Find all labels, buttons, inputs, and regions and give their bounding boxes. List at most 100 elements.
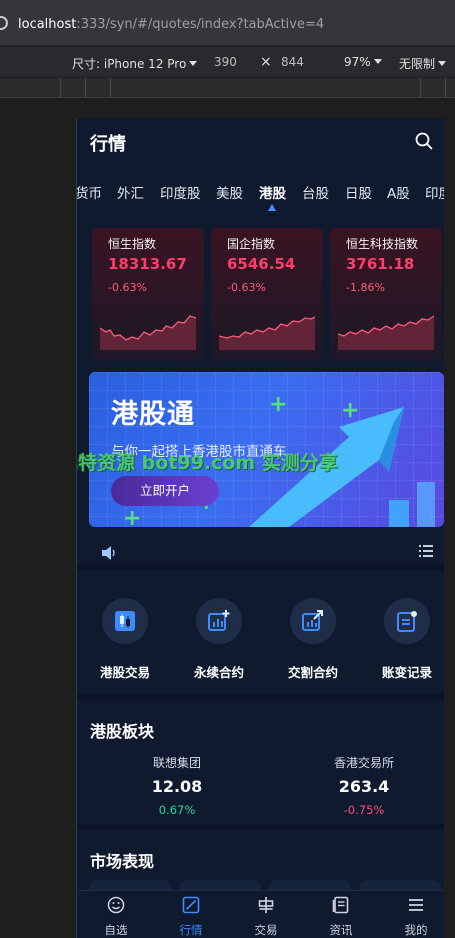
- market-tabs: 货币 外汇 印度股 美股 港股 台股 日股 A股 印度期: [77, 174, 444, 214]
- stock-price: 12.08: [151, 777, 203, 796]
- tab-profile[interactable]: 我的: [379, 895, 444, 938]
- tab-us-stock[interactable]: 美股: [216, 182, 243, 202]
- tab-forex[interactable]: 外汇: [117, 182, 144, 202]
- index-price: 6546.54: [227, 255, 296, 273]
- tab-label: 交易: [254, 923, 278, 937]
- device-select[interactable]: 尺寸: iPhone 12 Pro: [72, 55, 198, 72]
- tab-hk-stock[interactable]: 港股: [259, 182, 286, 202]
- tab-favorites[interactable]: 自选: [79, 895, 153, 938]
- index-card[interactable]: 恒生指数 18313.67 -0.63%: [92, 228, 204, 361]
- index-name: 国企指数: [227, 237, 276, 251]
- watermark-text: 比特资源 bot99.com 实测分享: [76, 452, 338, 474]
- section-title: 港股板块: [90, 722, 155, 741]
- device-width-input[interactable]: 390: [214, 55, 237, 69]
- tab-label: 行情: [179, 923, 203, 937]
- search-icon[interactable]: [415, 132, 433, 150]
- action-label: 账变记录: [381, 665, 432, 680]
- chart-arrow-icon: [302, 610, 323, 631]
- tab-quotes[interactable]: 行情: [154, 895, 228, 938]
- sparkle-decoration: +: [341, 398, 360, 423]
- chevron-down-icon: [189, 61, 198, 66]
- action-delivery[interactable]: 交割合约: [268, 598, 358, 681]
- stock-name: 香港交易所: [333, 756, 394, 770]
- action-icon-circle: [290, 598, 336, 644]
- index-change: -0.63%: [108, 281, 147, 294]
- tab-label: 资讯: [329, 923, 353, 937]
- tab-a-share[interactable]: A股: [387, 182, 410, 202]
- ruler-tick: [110, 78, 111, 98]
- notice-bar[interactable]: [77, 534, 444, 570]
- index-price: 3761.18: [346, 255, 415, 273]
- tab-jp-stock[interactable]: 日股: [345, 182, 372, 202]
- chevron-down-icon: [373, 59, 382, 64]
- index-sparkline: [100, 315, 196, 350]
- stock-price: 263.4: [338, 777, 390, 796]
- tab-currency[interactable]: 货币: [77, 182, 102, 202]
- banner-title: 港股通: [111, 399, 195, 430]
- index-price: 18313.67: [108, 255, 187, 273]
- mobile-viewport: 行情 货币 外汇 印度股 美股 港股 台股 日股 A股 印度期 恒生指数 183…: [76, 118, 444, 938]
- reload-icon[interactable]: [0, 16, 8, 30]
- media-query-ruler: [0, 78, 455, 98]
- index-name: 恒生科技指数: [346, 237, 419, 251]
- page-header: 行情: [77, 118, 444, 164]
- action-label: 交割合约: [287, 665, 338, 680]
- index-name: 恒生指数: [108, 237, 157, 251]
- speaker-icon: [102, 546, 115, 560]
- index-card[interactable]: 恒生科技指数 3761.18 -1.86%: [330, 228, 442, 361]
- ruler-tick: [420, 78, 421, 98]
- device-height-input[interactable]: 844: [281, 55, 304, 69]
- action-ledger[interactable]: 账变记录: [362, 598, 444, 681]
- action-icon-circle: [384, 598, 430, 644]
- chevron-down-icon: [438, 61, 447, 66]
- smiley-icon: [107, 896, 125, 914]
- list-icon[interactable]: [419, 545, 433, 557]
- tab-label: 自选: [104, 923, 128, 937]
- open-account-button[interactable]: 立即开户: [111, 476, 219, 506]
- dimension-separator: ×: [260, 54, 272, 70]
- bottom-tab-bar: 自选 行情 交易 资讯 我的: [77, 890, 444, 938]
- tab-tw-stock[interactable]: 台股: [302, 182, 329, 202]
- stock-name: 联想集团: [152, 756, 201, 770]
- trend-icon: [182, 896, 200, 914]
- tab-label: 我的: [404, 923, 428, 937]
- sparkle-decoration: +: [269, 392, 288, 417]
- zoom-select[interactable]: 97%: [344, 55, 382, 69]
- index-sparkline: [219, 316, 315, 350]
- chart-plus-icon: [208, 610, 230, 631]
- throttle-select[interactable]: 无限制: [399, 55, 447, 72]
- news-icon: [332, 896, 349, 914]
- tab-india-stock[interactable]: 印度股: [160, 182, 201, 202]
- index-cards: 恒生指数 18313.67 -0.63% 国企指数 6546.54 -0.63%…: [77, 228, 444, 363]
- stock-item[interactable]: 香港交易所 263.4 -0.75%: [289, 754, 439, 817]
- menu-icon: [409, 899, 423, 911]
- hk-sector-section: 港股板块 联想集团 12.08 0.67% 香港交易所 263.4 -0.75%: [77, 706, 444, 830]
- device-toolbar: 尺寸: iPhone 12 Pro 390 × 844 97% 无限制: [0, 47, 455, 77]
- ruler-tick: [60, 78, 61, 98]
- exchange-icon: [258, 897, 274, 913]
- index-change: -1.86%: [346, 281, 385, 294]
- index-change: -0.63%: [227, 281, 266, 294]
- ruler-tick: [85, 78, 86, 98]
- address-field[interactable]: localhost:333/syn/#/quotes/index?tabActi…: [18, 17, 324, 32]
- ruler-tick: [445, 78, 446, 98]
- tab-india-futures[interactable]: 印度期: [425, 182, 444, 202]
- market-performance-section: 市场表现: [77, 836, 444, 900]
- action-perpetual[interactable]: 永续合约: [174, 598, 264, 681]
- index-card[interactable]: 国企指数 6546.54 -0.63%: [211, 228, 323, 361]
- stock-change: 0.67%: [158, 803, 196, 817]
- page-title: 行情: [90, 134, 126, 155]
- active-tab-indicator: [268, 204, 276, 211]
- tab-news[interactable]: 资讯: [304, 895, 378, 938]
- index-sparkline: [338, 315, 434, 350]
- browser-url-bar: localhost:333/syn/#/quotes/index?tabActi…: [0, 0, 455, 46]
- tab-trade[interactable]: 交易: [229, 895, 303, 938]
- action-label: 港股交易: [99, 665, 150, 680]
- action-icon-circle: [196, 598, 242, 644]
- action-icon-circle: [102, 598, 148, 644]
- stock-item[interactable]: 联想集团 12.08 0.67%: [102, 754, 252, 817]
- action-label: 永续合约: [193, 665, 244, 680]
- sparkle-decoration: +: [123, 506, 142, 527]
- stock-change: -0.75%: [343, 803, 385, 817]
- action-hk-trade[interactable]: 港股交易: [80, 598, 170, 681]
